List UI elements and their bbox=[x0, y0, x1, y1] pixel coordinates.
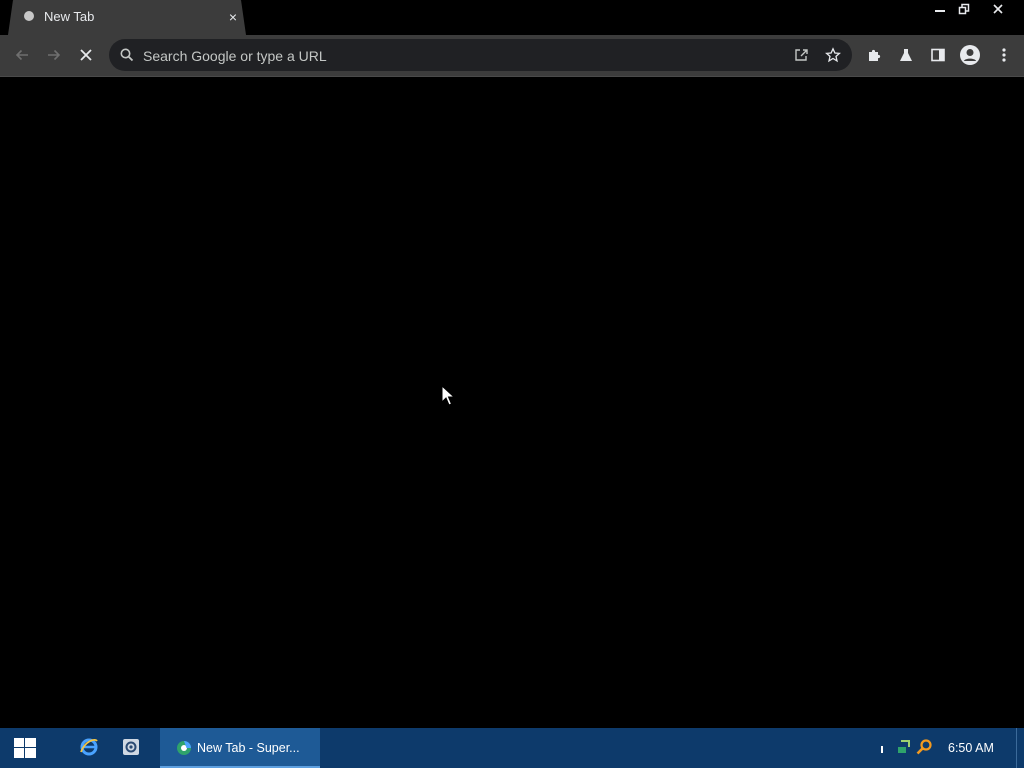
stop-loading-button[interactable] bbox=[72, 41, 100, 69]
search-icon bbox=[120, 48, 134, 62]
windows-logo-icon bbox=[14, 738, 36, 758]
taskbar-item-label: New Tab - Super... bbox=[197, 741, 300, 755]
close-icon bbox=[993, 4, 1003, 14]
close-icon bbox=[80, 49, 92, 61]
browser-toolbar bbox=[0, 35, 1024, 77]
account-icon bbox=[960, 45, 980, 65]
settings-app-button[interactable] bbox=[120, 736, 142, 758]
page-content[interactable] bbox=[0, 77, 1024, 728]
share-icon bbox=[795, 49, 808, 61]
kebab-menu-icon bbox=[1002, 48, 1006, 62]
browser-app-icon bbox=[177, 741, 191, 755]
start-button[interactable] bbox=[14, 738, 36, 758]
side-panel-button[interactable] bbox=[924, 41, 952, 69]
search-input[interactable] bbox=[141, 43, 785, 69]
restore-button[interactable] bbox=[950, 0, 978, 18]
taskbar: New Tab - Super... 6:50 AM bbox=[0, 728, 1024, 768]
forward-button[interactable] bbox=[40, 41, 68, 69]
side-panel-icon bbox=[931, 48, 945, 62]
gear-icon bbox=[123, 739, 139, 755]
arrow-left-icon bbox=[15, 49, 28, 61]
magnifier-icon bbox=[916, 739, 932, 755]
bookmark-button[interactable] bbox=[819, 41, 847, 69]
tab-title: New Tab bbox=[44, 9, 95, 24]
tab-close-button[interactable]: × bbox=[225, 8, 241, 26]
extensions-button[interactable] bbox=[860, 41, 888, 69]
share-button[interactable] bbox=[787, 41, 815, 69]
mouse-cursor-icon bbox=[441, 385, 455, 406]
restore-icon bbox=[958, 3, 970, 15]
flask-icon bbox=[900, 49, 912, 61]
puzzle-icon bbox=[869, 49, 881, 61]
address-bar[interactable] bbox=[109, 39, 852, 71]
profile-button[interactable] bbox=[956, 41, 984, 69]
back-button[interactable] bbox=[8, 41, 36, 69]
arrow-right-icon bbox=[48, 49, 61, 61]
clock[interactable]: 6:50 AM bbox=[948, 741, 994, 755]
tray-network-button[interactable] bbox=[894, 737, 914, 757]
star-icon bbox=[825, 47, 841, 63]
tray-indicator-icon bbox=[881, 746, 883, 753]
network-icon bbox=[898, 740, 910, 753]
menu-button[interactable] bbox=[990, 41, 1018, 69]
labs-button[interactable] bbox=[892, 41, 920, 69]
show-desktop-button[interactable] bbox=[1016, 728, 1024, 768]
title-bar: New Tab × bbox=[0, 0, 1024, 35]
minimize-icon bbox=[935, 10, 945, 12]
internet-explorer-icon bbox=[80, 738, 98, 756]
tab-new-tab[interactable]: New Tab × bbox=[8, 0, 246, 35]
tray-search-button[interactable] bbox=[914, 737, 934, 757]
internet-explorer-button[interactable] bbox=[78, 736, 100, 758]
taskbar-item-browser[interactable]: New Tab - Super... bbox=[160, 728, 320, 768]
loading-favicon-icon bbox=[24, 11, 34, 21]
close-window-button[interactable] bbox=[984, 0, 1012, 18]
